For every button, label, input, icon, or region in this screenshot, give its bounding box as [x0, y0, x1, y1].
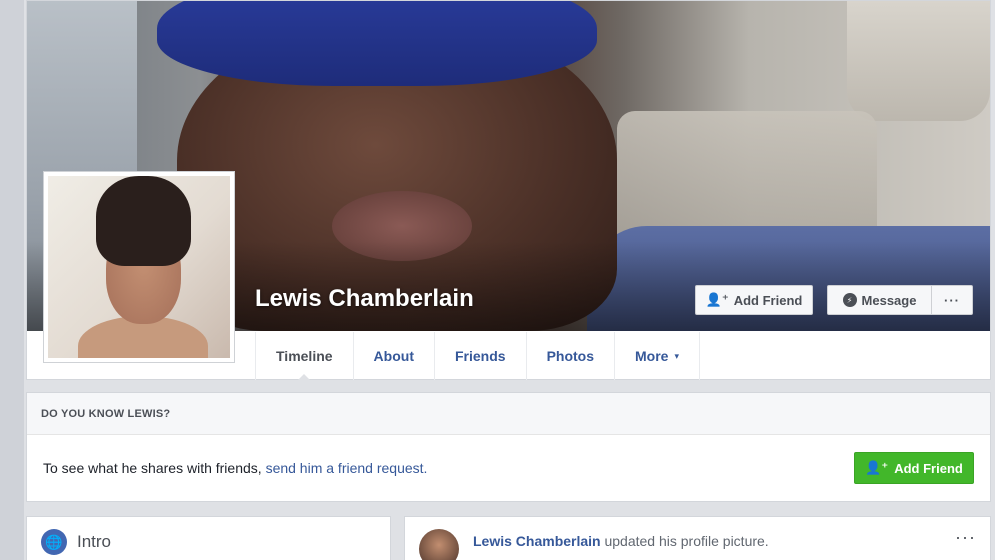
add-friend-icon: 👤⁺ [705, 292, 729, 307]
profile-tabs: Timeline About Friends Photos More ▾ [255, 332, 700, 381]
message-button[interactable]: ⚡ Message [827, 285, 932, 315]
profile-name[interactable]: Lewis Chamberlain [255, 285, 474, 313]
add-friend-green-label: Add Friend [894, 460, 963, 476]
do-you-know-text: To see what he shares with friends, [43, 460, 262, 476]
tab-more[interactable]: More ▾ [614, 332, 700, 380]
intro-title: Intro [77, 532, 112, 551]
post-avatar[interactable] [419, 529, 459, 560]
cover-cap [157, 1, 597, 86]
post-headline: Lewis Chamberlain updated his profile pi… [473, 533, 769, 549]
page-edge [0, 0, 24, 560]
tab-label: Timeline [276, 348, 333, 364]
do-you-know-body: To see what he shares with friends, send… [27, 435, 990, 501]
message-label: Message [861, 292, 917, 308]
profile-picture[interactable] [43, 171, 235, 363]
cover-headrest [847, 1, 990, 121]
profile-photo [48, 176, 230, 358]
post-card: Lewis Chamberlain updated his profile pi… [404, 516, 991, 560]
globe-icon: 🌐 [41, 529, 67, 555]
intro-card: 🌐 Intro [26, 516, 391, 560]
do-you-know-card: DO YOU KNOW LEWIS? To see what he shares… [26, 392, 991, 502]
photo-hair [96, 176, 191, 266]
tab-label: More [635, 348, 669, 364]
chevron-down-icon: ▾ [674, 350, 679, 361]
tab-about[interactable]: About [352, 332, 434, 380]
do-you-know-header: DO YOU KNOW LEWIS? [27, 393, 990, 435]
tab-photos[interactable]: Photos [525, 332, 614, 380]
profile-header-card: Lewis Chamberlain 👤⁺ Add Friend ⚡ Messag… [26, 0, 991, 381]
add-friend-icon: 👤⁺ [865, 460, 889, 475]
post-author[interactable]: Lewis Chamberlain [473, 533, 601, 549]
add-friend-button[interactable]: 👤⁺ Add Friend [695, 285, 813, 315]
post-action: updated his profile picture. [604, 533, 769, 549]
tab-label: Photos [546, 348, 595, 364]
more-actions-button[interactable]: ··· [931, 285, 973, 315]
tab-timeline[interactable]: Timeline [255, 332, 353, 381]
tab-friends[interactable]: Friends [433, 332, 526, 380]
messenger-icon: ⚡ [842, 293, 857, 307]
do-you-know-text-wrap: To see what he shares with friends, send… [43, 460, 427, 476]
add-friend-green-button[interactable]: 👤⁺ Add Friend [854, 452, 974, 484]
tab-label: Friends [454, 348, 506, 364]
tab-label: About [373, 348, 414, 364]
add-friend-label: Add Friend [733, 292, 803, 308]
friend-request-link[interactable]: send him a friend request. [266, 460, 428, 476]
post-options-button[interactable]: ··· [955, 527, 976, 548]
